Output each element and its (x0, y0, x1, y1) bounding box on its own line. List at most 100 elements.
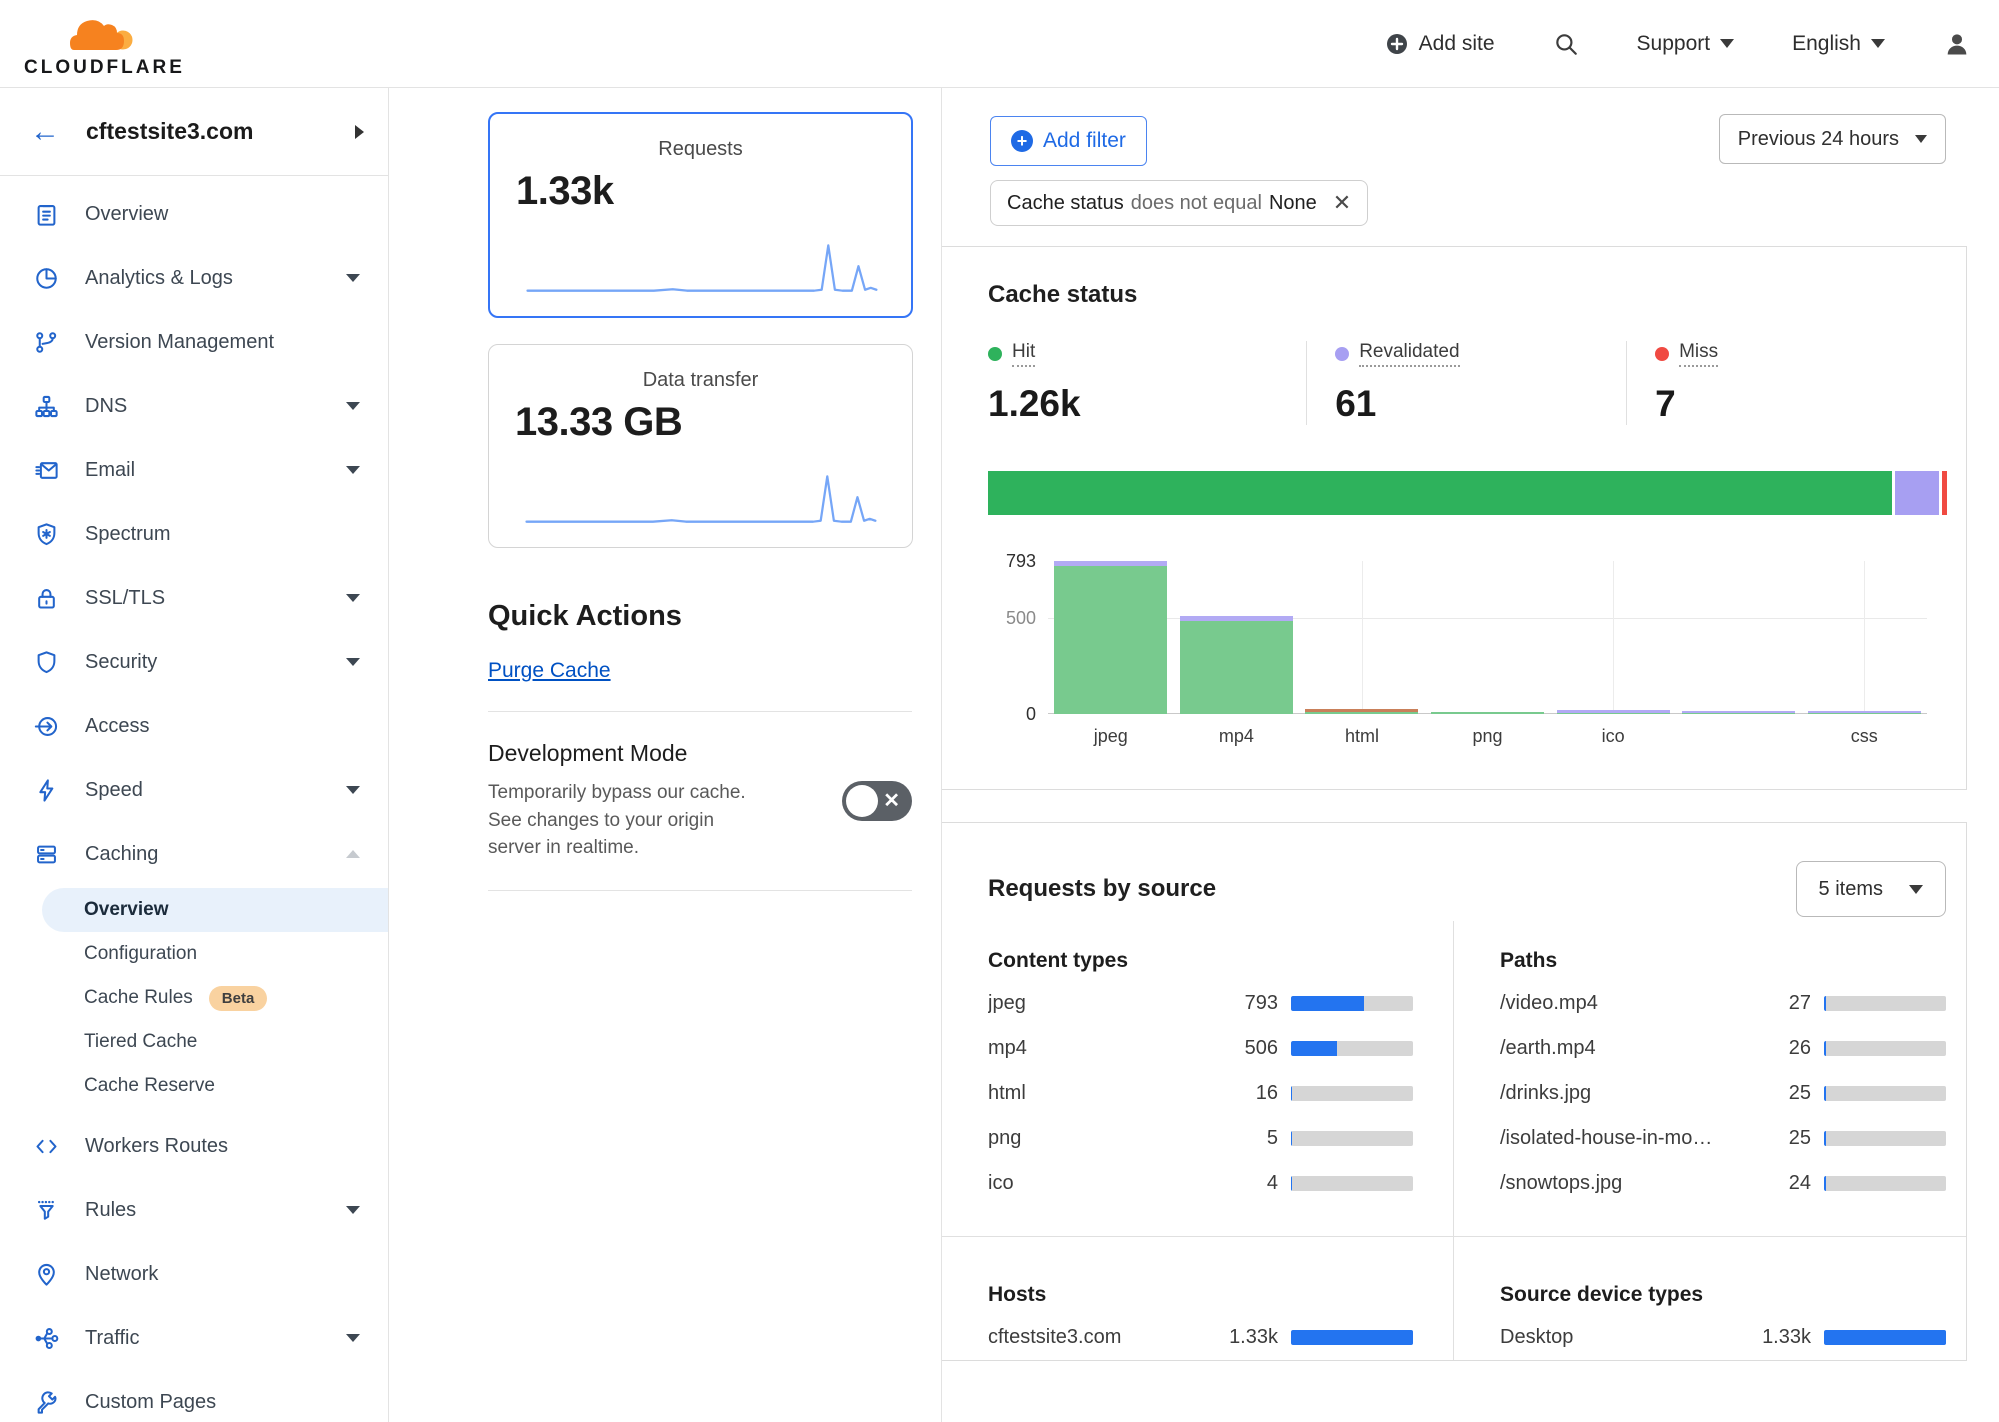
x-tick-label: png (1425, 726, 1551, 747)
row-bar-fill (1291, 1131, 1292, 1146)
sidebar-item-custom-pages[interactable]: Custom Pages (0, 1370, 388, 1422)
beta-badge: Beta (209, 986, 268, 1011)
sidebar-item-dns[interactable]: DNS (0, 374, 388, 438)
hierarchy-icon (33, 393, 60, 420)
requests-card-value: 1.33k (516, 169, 885, 214)
add-site-button[interactable]: Add site (1385, 32, 1495, 56)
remove-filter-icon[interactable]: ✕ (1333, 190, 1351, 216)
chart-bar-slot (1676, 561, 1802, 714)
column-chart-slots (1048, 561, 1927, 714)
shield-icon (33, 649, 60, 676)
sidebar-item-overview[interactable]: Overview (0, 182, 388, 246)
account-menu[interactable] (1943, 30, 1971, 58)
funnel-icon (33, 1197, 60, 1224)
language-menu[interactable]: English (1792, 32, 1885, 56)
data-transfer-card-label: Data transfer (515, 369, 886, 392)
sidebar-item-rules[interactable]: Rules (0, 1178, 388, 1242)
chart-bar-slot (1299, 561, 1425, 714)
chip-field: Cache status (1007, 192, 1124, 215)
stacked-bar-ico (1557, 710, 1670, 714)
table-row: cftestsite3.com 1.33k (988, 1315, 1413, 1360)
row-value: 27 (1747, 992, 1811, 1015)
paths-table: Paths /video.mp4 27 /earth.mp4 26 /drink… (1454, 921, 1966, 1236)
items-count-dropdown[interactable]: 5 items (1796, 861, 1946, 917)
support-menu[interactable]: Support (1637, 32, 1735, 56)
search-button[interactable] (1553, 31, 1579, 57)
cloudflare-logo[interactable]: CLOUDFLARE (24, 10, 185, 77)
paths-title: Paths (1500, 949, 1946, 973)
table-row: /drinks.jpg 25 (1500, 1071, 1946, 1116)
development-mode-toggle[interactable]: ✕ (842, 781, 912, 821)
sidebar-item-workers-routes[interactable]: Workers Routes (0, 1114, 388, 1178)
revalidated-label[interactable]: Revalidated (1359, 341, 1459, 367)
sidebar-subitem-tiered-cache[interactable]: Tiered Cache (42, 1020, 388, 1064)
x-tick-label: html (1299, 726, 1425, 747)
requests-metric-card[interactable]: Requests 1.33k (488, 112, 913, 318)
revalidated-dot (1335, 347, 1349, 361)
chevron-down-icon (346, 402, 360, 410)
row-label: /drinks.jpg (1500, 1082, 1747, 1105)
chevron-down-icon (1909, 885, 1923, 894)
chip-operator: does not equal (1131, 192, 1262, 215)
sidebar-item-version-management[interactable]: Version Management (0, 310, 388, 374)
y-axis-ticks: 7935000 (988, 561, 1036, 714)
table-row: mp4 506 (988, 1026, 1413, 1071)
purge-cache-link[interactable]: Purge Cache (488, 659, 611, 682)
sidebar-item-analytics-logs[interactable]: Analytics & Logs (0, 246, 388, 310)
row-value: 24 (1747, 1172, 1811, 1195)
table-row: Desktop 1.33k (1500, 1315, 1946, 1360)
sidebar-item-email[interactable]: Email (0, 438, 388, 502)
row-bar-fill (1291, 1041, 1337, 1056)
row-label: /video.mp4 (1500, 992, 1747, 1015)
chevron-down-icon (346, 594, 360, 602)
back-arrow-icon[interactable]: ← (30, 117, 60, 147)
time-range-dropdown[interactable]: Previous 24 hours (1719, 114, 1946, 164)
data-transfer-metric-card[interactable]: Data transfer 13.33 GB (488, 344, 913, 548)
sidebar-item-ssl-tls[interactable]: SSL/TLS (0, 566, 388, 630)
x-tick-label: css (1801, 726, 1927, 747)
row-value: 506 (1214, 1037, 1278, 1060)
summary-segment-revalidated (1895, 471, 1939, 515)
bar-segment-hit (1054, 566, 1167, 714)
sidebar-subitem-configuration[interactable]: Configuration (42, 932, 388, 976)
sidebar-item-traffic[interactable]: Traffic (0, 1306, 388, 1370)
y-tick-label: 0 (1026, 704, 1036, 725)
row-bar-fill (1824, 1041, 1826, 1056)
caret-right-icon[interactable] (355, 125, 364, 139)
miss-label[interactable]: Miss (1679, 341, 1718, 367)
data-transfer-card-value: 13.33 GB (515, 400, 886, 445)
x-tick-label: mp4 (1174, 726, 1300, 747)
sidebar-item-network[interactable]: Network (0, 1242, 388, 1306)
lightning-icon (33, 777, 60, 804)
email-icon (33, 457, 60, 484)
stacked-bar-other (1682, 711, 1795, 714)
row-bar-track (1824, 1330, 1946, 1345)
sidebar-subitem-overview[interactable]: Overview (42, 888, 388, 932)
sidebar-subitem-cache-rules[interactable]: Cache Rules Beta (42, 976, 388, 1020)
stat-hit: Hit 1.26k (988, 341, 1306, 425)
content-types-title: Content types (988, 949, 1413, 973)
chevron-down-icon (346, 1334, 360, 1342)
development-mode-title: Development Mode (488, 740, 912, 767)
row-bar-fill (1824, 1176, 1826, 1191)
requests-sparkline (516, 236, 886, 302)
metrics-column: Requests 1.33k Data transfer 13.33 GB Qu… (389, 88, 942, 1422)
row-label: html (988, 1082, 1214, 1105)
development-mode-description: Temporarily bypass our cache. See change… (488, 779, 768, 862)
row-bar-track (1291, 996, 1413, 1011)
sidebar-item-speed[interactable]: Speed (0, 758, 388, 822)
add-filter-button[interactable]: + Add filter (990, 116, 1147, 166)
sidebar-item-spectrum[interactable]: Spectrum (0, 502, 388, 566)
site-name: cftestsite3.com (86, 118, 355, 145)
chart-bar-slot (1550, 561, 1676, 714)
gridline (1613, 561, 1614, 714)
filter-chip: Cache status does not equal None ✕ (990, 180, 1368, 226)
sidebar-item-access[interactable]: Access (0, 694, 388, 758)
hit-label[interactable]: Hit (1012, 341, 1035, 367)
sidebar-subitem-cache-reserve[interactable]: Cache Reserve (42, 1064, 388, 1108)
row-bar-fill (1824, 996, 1826, 1011)
sidebar-item-caching[interactable]: Caching (0, 822, 388, 886)
stacked-bar-mp4 (1180, 616, 1293, 714)
stat-miss: Miss 7 (1626, 341, 1946, 425)
sidebar-item-security[interactable]: Security (0, 630, 388, 694)
